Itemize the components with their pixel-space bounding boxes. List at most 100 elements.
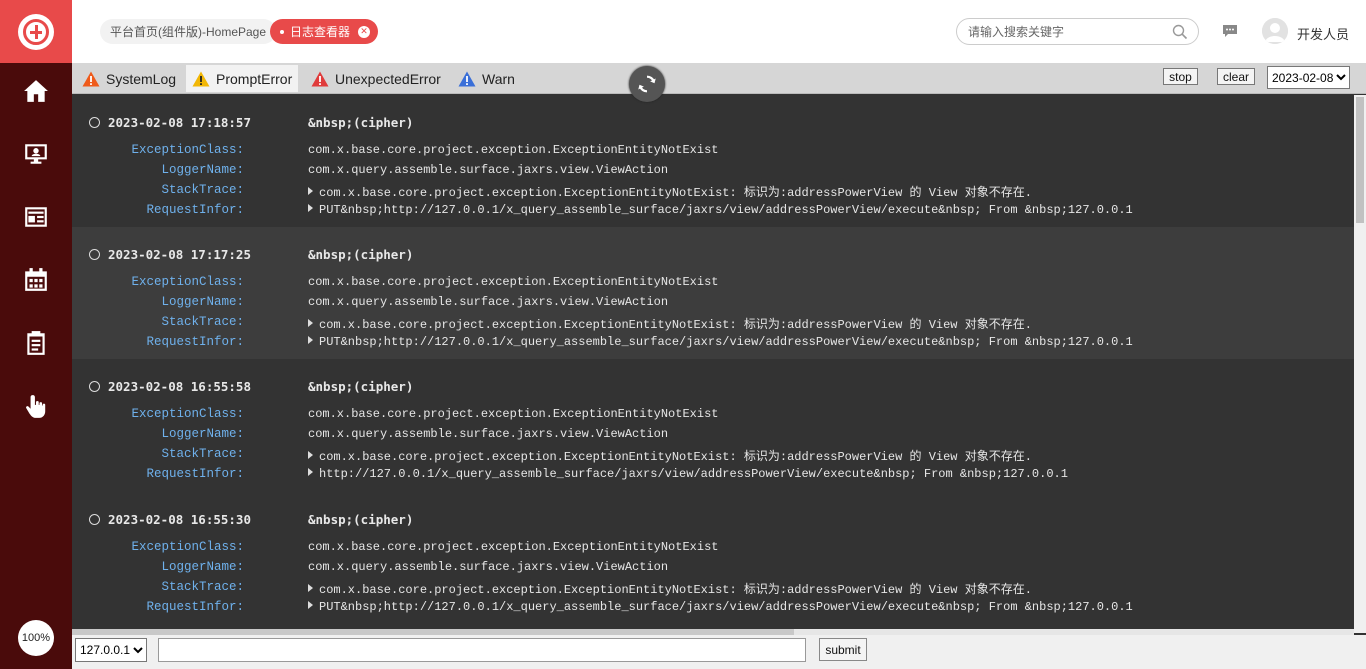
field-value-logger-name: com.x.query.assemble.surface.jaxrs.view.… bbox=[308, 295, 668, 309]
home-icon[interactable] bbox=[22, 77, 50, 105]
clipboard-icon[interactable] bbox=[22, 329, 50, 357]
field-value-text: com.x.base.core.project.exception.Except… bbox=[308, 275, 719, 289]
field-value-text: PUT&nbsp;http://127.0.0.1/x_query_assemb… bbox=[319, 600, 1133, 614]
field-value-text: com.x.query.assemble.surface.jaxrs.view.… bbox=[308, 163, 669, 177]
field-value-request-infor[interactable]: PUT&nbsp;http://127.0.0.1/x_query_assemb… bbox=[308, 335, 1133, 349]
field-value-request-infor[interactable]: PUT&nbsp;http://127.0.0.1/x_query_assemb… bbox=[308, 600, 1133, 614]
entry-user: &nbsp;(cipher) bbox=[308, 379, 414, 394]
warning-orange-icon bbox=[82, 71, 100, 86]
close-tab-icon[interactable]: ✕ bbox=[358, 25, 371, 38]
log-viewer: SystemLog PromptError UnexpectedError Wa… bbox=[72, 63, 1366, 669]
field-label-exception-class: ExceptionClass: bbox=[131, 143, 244, 157]
tab-log-viewer[interactable]: 日志查看器 ✕ bbox=[270, 19, 379, 44]
field-value-stack-trace[interactable]: com.x.base.core.project.exception.Except… bbox=[308, 580, 1032, 597]
field-value-text: com.x.query.assemble.surface.jaxrs.view.… bbox=[308, 295, 669, 309]
warning-yellow-icon bbox=[192, 71, 210, 86]
entry-toggle-icon[interactable] bbox=[89, 117, 100, 128]
entry-user: &nbsp;(cipher) bbox=[308, 115, 414, 130]
field-label-request-infor: RequestInfor: bbox=[146, 467, 244, 481]
tab-system-log[interactable]: SystemLog bbox=[76, 65, 182, 92]
tab-log-viewer-label: 日志查看器 bbox=[290, 25, 351, 39]
expand-arrow-icon[interactable] bbox=[308, 336, 313, 344]
command-input[interactable] bbox=[158, 638, 806, 662]
field-value-exception-class: com.x.base.core.project.exception.Except… bbox=[308, 540, 718, 554]
expand-arrow-icon[interactable] bbox=[308, 584, 313, 592]
field-value-logger-name: com.x.query.assemble.surface.jaxrs.view.… bbox=[308, 560, 668, 574]
tab-unexpected-error-label: UnexpectedError bbox=[335, 70, 441, 87]
field-label-logger-name: LoggerName: bbox=[161, 163, 244, 177]
warning-blue-icon bbox=[458, 71, 476, 86]
tab-homepage-label: 平台首页(组件版)-HomePage bbox=[110, 25, 267, 39]
field-value-text: com.x.base.core.project.exception.Except… bbox=[308, 407, 719, 421]
header: 平台首页(组件版)-HomePage 日志查看器 ✕ 开发人员 bbox=[72, 0, 1366, 63]
field-label-exception-class: ExceptionClass: bbox=[131, 540, 244, 554]
vertical-scrollbar[interactable] bbox=[1354, 95, 1366, 633]
news-icon[interactable] bbox=[22, 203, 50, 231]
entry-user: &nbsp;(cipher) bbox=[308, 512, 414, 527]
expand-arrow-icon[interactable] bbox=[308, 319, 313, 327]
field-value-text: com.x.base.core.project.exception.Except… bbox=[308, 143, 719, 157]
field-value-stack-trace[interactable]: com.x.base.core.project.exception.Except… bbox=[308, 183, 1032, 200]
logo-emblem-icon bbox=[18, 13, 54, 50]
stop-button[interactable]: stop bbox=[1163, 68, 1198, 85]
field-value-text: PUT&nbsp;http://127.0.0.1/x_query_assemb… bbox=[319, 335, 1133, 349]
expand-arrow-icon[interactable] bbox=[308, 451, 313, 459]
tab-homepage[interactable]: 平台首页(组件版)-HomePage bbox=[100, 19, 277, 44]
field-label-logger-name: LoggerName: bbox=[161, 427, 244, 441]
field-value-stack-trace[interactable]: com.x.base.core.project.exception.Except… bbox=[308, 447, 1032, 464]
user-name[interactable]: 开发人员 bbox=[1297, 24, 1349, 43]
desktop-icon[interactable] bbox=[22, 140, 50, 168]
entry-time: 2023-02-08 17:18:57 bbox=[108, 115, 251, 130]
avatar[interactable] bbox=[1262, 18, 1288, 44]
tab-unexpected-error[interactable]: UnexpectedError bbox=[305, 65, 447, 92]
field-label-stack-trace: StackTrace: bbox=[161, 183, 244, 197]
app-logo[interactable] bbox=[0, 0, 72, 63]
field-value-text: PUT&nbsp;http://127.0.0.1/x_query_assemb… bbox=[319, 203, 1133, 217]
expand-arrow-icon[interactable] bbox=[308, 601, 313, 609]
entry-time: 2023-02-08 17:17:25 bbox=[108, 247, 251, 262]
field-value-text: com.x.base.core.project.exception.Except… bbox=[319, 583, 1032, 597]
clear-button[interactable]: clear bbox=[1217, 68, 1255, 85]
search-input[interactable] bbox=[968, 24, 1168, 39]
field-label-request-infor: RequestInfor: bbox=[146, 600, 244, 614]
log-entry: 2023-02-08 17:17:25 &nbsp;(cipher) Excepti… bbox=[72, 227, 1354, 359]
date-select[interactable]: 2023-02-08 bbox=[1267, 66, 1350, 89]
active-dot-icon bbox=[280, 29, 284, 34]
expand-arrow-icon[interactable] bbox=[308, 204, 313, 212]
tab-system-log-label: SystemLog bbox=[106, 70, 177, 87]
field-value-request-infor[interactable]: http://127.0.0.1/x_query_assemble_surfac… bbox=[308, 467, 1068, 481]
field-value-logger-name: com.x.query.assemble.surface.jaxrs.view.… bbox=[308, 163, 668, 177]
search-icon[interactable] bbox=[1172, 24, 1188, 40]
expand-arrow-icon[interactable] bbox=[308, 468, 313, 476]
refresh-icon bbox=[638, 75, 656, 93]
field-value-text: com.x.base.core.project.exception.Except… bbox=[319, 318, 1032, 332]
field-value-exception-class: com.x.base.core.project.exception.Except… bbox=[308, 275, 718, 289]
calendar-icon[interactable] bbox=[22, 266, 50, 294]
refresh-button[interactable] bbox=[629, 66, 665, 102]
field-value-text: com.x.base.core.project.exception.Except… bbox=[319, 450, 1032, 464]
field-label-stack-trace: StackTrace: bbox=[161, 447, 244, 461]
tab-prompt-error[interactable]: PromptError bbox=[186, 65, 299, 92]
log-toolbar: SystemLog PromptError UnexpectedError Wa… bbox=[72, 63, 1366, 94]
field-label-request-infor: RequestInfor: bbox=[146, 335, 244, 349]
expand-arrow-icon[interactable] bbox=[308, 187, 313, 195]
entry-toggle-icon[interactable] bbox=[89, 249, 100, 260]
field-value-logger-name: com.x.query.assemble.surface.jaxrs.view.… bbox=[308, 427, 668, 441]
entry-toggle-icon[interactable] bbox=[89, 381, 100, 392]
submit-button[interactable]: submit bbox=[819, 638, 867, 661]
field-label-logger-name: LoggerName: bbox=[161, 295, 244, 309]
field-value-text: com.x.base.core.project.exception.Except… bbox=[319, 186, 1032, 200]
field-label-stack-trace: StackTrace: bbox=[161, 580, 244, 594]
hand-pointer-icon[interactable] bbox=[22, 392, 50, 420]
field-value-request-infor[interactable]: PUT&nbsp;http://127.0.0.1/x_query_assemb… bbox=[308, 203, 1133, 217]
field-label-request-infor: RequestInfor: bbox=[146, 203, 244, 217]
field-label-exception-class: ExceptionClass: bbox=[131, 407, 244, 421]
field-label-stack-trace: StackTrace: bbox=[161, 315, 244, 329]
entry-toggle-icon[interactable] bbox=[89, 514, 100, 525]
tab-warn[interactable]: Warn bbox=[452, 65, 521, 92]
ip-select[interactable]: 127.0.0.1 bbox=[75, 638, 147, 662]
zoom-level[interactable]: 100% bbox=[18, 620, 54, 656]
entry-time: 2023-02-08 16:55:30 bbox=[108, 512, 251, 527]
message-icon[interactable] bbox=[1222, 24, 1238, 38]
field-value-stack-trace[interactable]: com.x.base.core.project.exception.Except… bbox=[308, 315, 1032, 332]
